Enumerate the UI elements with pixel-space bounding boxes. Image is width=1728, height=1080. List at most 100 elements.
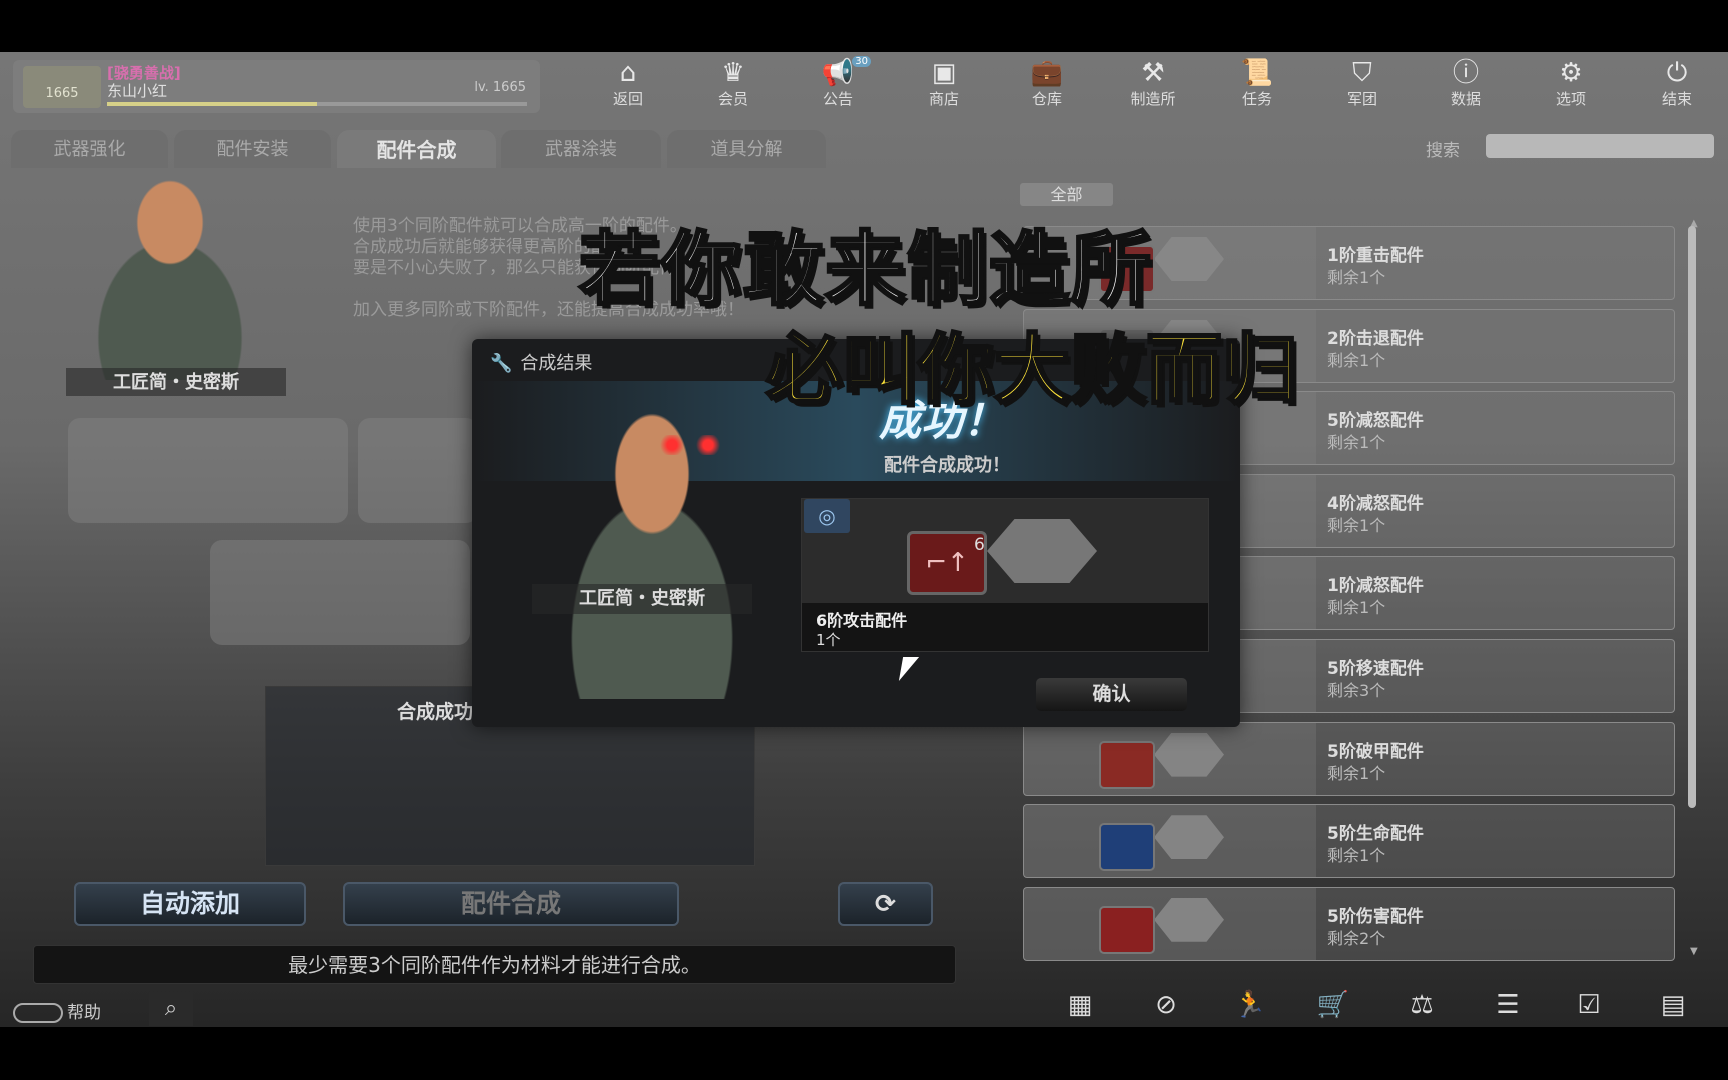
nav-label: 数据: [1450, 90, 1481, 108]
result-item-image: ⌐↑ 6 ◎: [802, 499, 1208, 603]
list-check-icon[interactable]: ☰: [1486, 990, 1530, 1024]
nav-label: 制造所: [1130, 90, 1176, 108]
home-icon: ⌂: [619, 58, 637, 88]
nav-shop[interactable]: ▣ 商店: [899, 58, 989, 114]
item-thumbnail: [1024, 887, 1316, 960]
dialog-title-text: 合成结果: [520, 353, 593, 374]
list-item[interactable]: 5阶生命配件 剩余1个: [1023, 804, 1675, 879]
item-remaining: 剩余1个: [1327, 846, 1386, 866]
toggle-icon: [13, 1003, 63, 1023]
help-toggle[interactable]: 帮助: [13, 998, 101, 1023]
auto-add-button[interactable]: 自动添加: [74, 882, 306, 926]
item-name: 5阶伤害配件: [1327, 906, 1424, 927]
filter-tab-all[interactable]: 全部: [1020, 183, 1113, 206]
player-level: lv. 1665: [474, 80, 526, 95]
nav-scroll[interactable]: 📜 任务: [1212, 58, 1302, 114]
scroll-icon: 📜: [1240, 58, 1274, 88]
search-icon: ⌕: [164, 996, 178, 1021]
hammer-icon: ⚒: [1141, 58, 1165, 88]
item-name: 5阶生命配件: [1327, 824, 1424, 845]
tab-4[interactable]: 道具分解: [667, 130, 826, 168]
nav-info[interactable]: ⓘ 数据: [1421, 58, 1511, 114]
result-item-name: 6阶攻击配件: [816, 611, 908, 630]
item-remaining: 剩余1个: [1327, 268, 1386, 287]
crown-icon: ♛: [721, 58, 745, 88]
shield-icon: ⛉: [1352, 58, 1372, 88]
item-remaining: 剩余1个: [1327, 598, 1386, 618]
search-label: 搜索: [1426, 141, 1460, 161]
item-name: 5阶移速配件: [1327, 659, 1424, 679]
nav-home[interactable]: ⌂ 返回: [583, 58, 673, 114]
dialog-title: 🔧 合成结果: [490, 349, 592, 375]
nav-briefcase[interactable]: 💼 仓库: [1002, 58, 1092, 114]
success-message: 配件合成成功！: [884, 455, 1010, 476]
player-name: 东山小红: [107, 82, 168, 100]
dialog-npc-portrait: [512, 399, 792, 699]
info-icon: ⓘ: [1452, 58, 1479, 88]
runner-icon[interactable]: 🏃: [1228, 990, 1272, 1024]
npc-name: 工匠简・史密斯: [66, 368, 286, 396]
part-icon: [1099, 905, 1155, 954]
list-scrollbar[interactable]: [1688, 226, 1696, 808]
item-remaining: 剩余2个: [1327, 928, 1386, 948]
nav-megaphone[interactable]: 📢 30 公告: [793, 56, 883, 114]
list-item[interactable]: 5阶伤害配件 剩余2个: [1023, 886, 1675, 961]
footer-search-button[interactable]: ⌕: [149, 992, 193, 1026]
nav-crown[interactable]: ♛ 会员: [688, 58, 778, 114]
nav-gear[interactable]: ⚙ 选项: [1526, 58, 1616, 114]
item-remaining: 剩余1个: [1327, 515, 1386, 535]
result-tier: 6: [974, 535, 985, 555]
item-remaining: 剩余3个: [1327, 681, 1386, 700]
briefcase-icon: 💼: [1030, 58, 1064, 88]
item-name: 5阶减怒配件: [1327, 411, 1424, 432]
part-icon: [1099, 823, 1155, 872]
item-name: 2阶击退配件: [1327, 328, 1424, 349]
film-icon[interactable]: ▤: [1651, 990, 1695, 1024]
search-input[interactable]: [1486, 134, 1714, 158]
item-remaining: 剩余1个: [1327, 433, 1386, 453]
xp-fill: [107, 102, 317, 106]
scale-icon[interactable]: ⚖: [1400, 990, 1444, 1024]
material-slot-2[interactable]: [358, 418, 478, 523]
nav-power[interactable]: ⏻ 结束: [1632, 58, 1722, 114]
npc-portrait: [45, 170, 295, 380]
result-item-count: 1个: [816, 631, 841, 649]
refresh-button[interactable]: ⟳: [838, 882, 933, 926]
scroll-down-arrow[interactable]: ▼: [1690, 946, 1698, 957]
wrench-icon: 🔧: [490, 353, 513, 374]
part-icon: [1099, 740, 1155, 789]
player-profile[interactable]: 1665 [骁勇善战] 东山小红 lv. 1665: [13, 60, 540, 113]
nav-label: 返回: [612, 90, 643, 108]
hex-chip-icon: [1154, 732, 1224, 777]
compass-icon[interactable]: ⊘: [1144, 990, 1188, 1024]
material-slot-3[interactable]: [210, 540, 470, 645]
item-thumbnail: [1024, 805, 1316, 878]
glowing-eyes: [660, 435, 720, 455]
nav-shield[interactable]: ⛉ 军团: [1317, 58, 1407, 114]
list-item[interactable]: 5阶破甲配件 剩余1个: [1023, 721, 1675, 796]
tab-0[interactable]: 武器强化: [11, 130, 168, 168]
item-name: 1阶减怒配件: [1327, 576, 1424, 597]
nav-label: 结束: [1661, 90, 1692, 108]
combine-button[interactable]: 配件合成: [343, 882, 679, 926]
item-name: 1阶重击配件: [1327, 246, 1424, 266]
nav-label: 商店: [928, 90, 959, 108]
nav-label: 会员: [717, 90, 748, 108]
tab-2[interactable]: 配件合成: [337, 130, 496, 168]
material-slot-1[interactable]: [68, 418, 348, 523]
hex-chip-icon: [1154, 815, 1224, 860]
power-icon: ⏻: [1666, 58, 1688, 88]
cart-icon[interactable]: 🛒: [1311, 990, 1355, 1024]
shop-icon: ▣: [931, 58, 957, 88]
calendar-icon[interactable]: ▦: [1058, 990, 1102, 1024]
checkbox-calendar-icon[interactable]: ☑: [1567, 990, 1611, 1024]
tab-3[interactable]: 武器涂装: [501, 130, 661, 168]
tab-1[interactable]: 配件安装: [174, 130, 331, 168]
hex-chip-icon: [1154, 237, 1224, 281]
help-label: 帮助: [67, 1003, 101, 1023]
confirm-button[interactable]: 确认: [1036, 678, 1187, 711]
nav-hammer[interactable]: ⚒ 制造所: [1108, 58, 1198, 114]
nav-label: 选项: [1555, 90, 1586, 108]
caption-line-1: 若你敢来制造所: [578, 222, 1153, 318]
hint-bar: 最少需要3个同阶配件作为材料才能进行合成。: [33, 945, 956, 984]
